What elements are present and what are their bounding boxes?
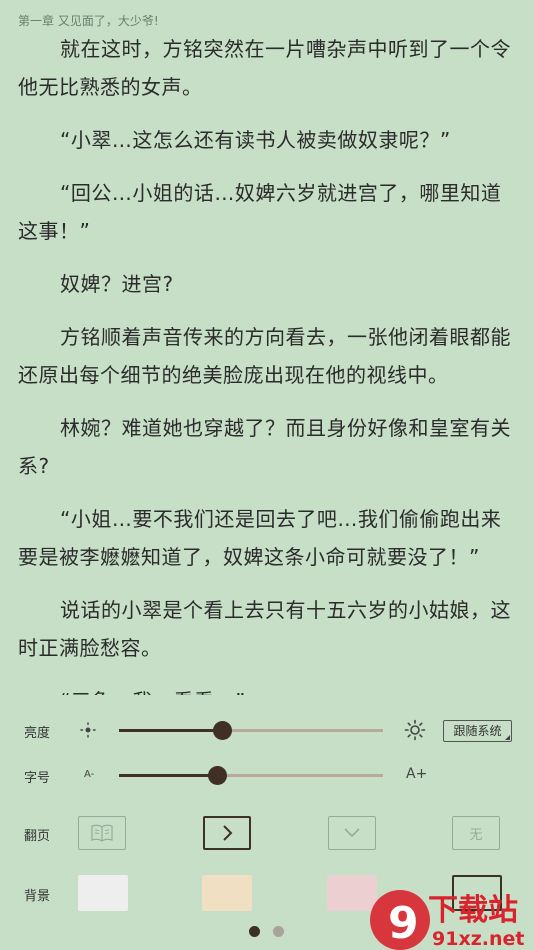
svg-text:9: 9 — [388, 898, 419, 949]
chevron-right-icon — [223, 825, 233, 841]
chevron-down-icon — [344, 828, 360, 838]
font-size-row: 字号 A- A+ — [0, 755, 534, 795]
paragraph: 奴婢？进宫? — [60, 272, 174, 296]
paragraph: “三象，我一看看…” — [18, 682, 516, 695]
page-turn-none-button[interactable]: 无 — [452, 816, 500, 850]
pager-dot-active[interactable] — [249, 926, 260, 937]
brightness-row: 亮度 跟随系统 — [0, 710, 534, 750]
svg-text:下载站: 下载站 — [428, 893, 518, 928]
background-swatch-beige[interactable] — [202, 875, 252, 911]
brightness-slider[interactable] — [119, 721, 383, 740]
page-turn-scroll-button[interactable] — [328, 816, 376, 850]
paragraph: 说话的小翠是个看上去只有十五六岁的小姑娘，这时正满脸愁容。 — [18, 598, 511, 660]
font-size-slider-thumb[interactable] — [207, 766, 227, 785]
brightness-low-icon[interactable] — [78, 720, 98, 744]
chapter-title: 第一章 又见面了，大少爷! — [18, 14, 159, 28]
font-size-slider[interactable] — [119, 766, 383, 785]
paragraph: “回公…小姐的话…奴婢六岁就进宫了，哪里知道这事！” — [18, 181, 502, 243]
background-label: 背景 — [24, 889, 51, 904]
font-size-increase-button[interactable]: A+ — [406, 766, 427, 782]
page-turn-simulation-button[interactable] — [78, 816, 126, 850]
page-turn-slide-button[interactable] — [203, 816, 251, 850]
paragraph: 林婉？难道她也穿越了？而且身份好像和皇室有关系? — [18, 416, 511, 478]
paragraph: “小姐…要不我们还是回去了吧…我们偷偷跑出来要是被李嬷嬷知道了，奴婢这条小命可就… — [18, 507, 502, 569]
brightness-slider-fill — [119, 729, 222, 732]
brightness-slider-thumb[interactable] — [212, 721, 232, 740]
font-size-label: 字号 — [24, 771, 51, 786]
watermark-logo: 9 下载站 91xz.net — [366, 880, 534, 950]
font-size-decrease-button[interactable]: A- — [84, 769, 94, 780]
page-turn-label: 翻页 — [24, 829, 51, 844]
paragraph: “小翠…这怎么还有读书人被卖做奴隶呢？” — [60, 128, 451, 152]
book-icon — [91, 824, 113, 842]
font-size-slider-fill — [119, 774, 217, 777]
brightness-high-icon[interactable] — [404, 719, 426, 745]
background-swatch-white[interactable] — [78, 875, 128, 911]
pager-dot[interactable] — [273, 926, 284, 937]
follow-system-button[interactable]: 跟随系统 — [443, 720, 512, 742]
reading-area[interactable]: 就在这时，方铭突然在一片嘈杂声中听到了一个令他无比熟悉的女声。 “小翠…这怎么还… — [0, 30, 534, 695]
paragraph: 就在这时，方铭突然在一片嘈杂声中听到了一个令他无比熟悉的女声。 — [18, 37, 511, 99]
brightness-label: 亮度 — [24, 726, 51, 741]
paragraph: 方铭顺着声音传来的方向看去，一张他闭着眼都能还原出每个细节的绝美脸庞出现在他的视… — [18, 325, 511, 387]
svg-text:91xz.net: 91xz.net — [432, 928, 524, 950]
page-turn-row: 翻页 无 — [0, 816, 534, 852]
